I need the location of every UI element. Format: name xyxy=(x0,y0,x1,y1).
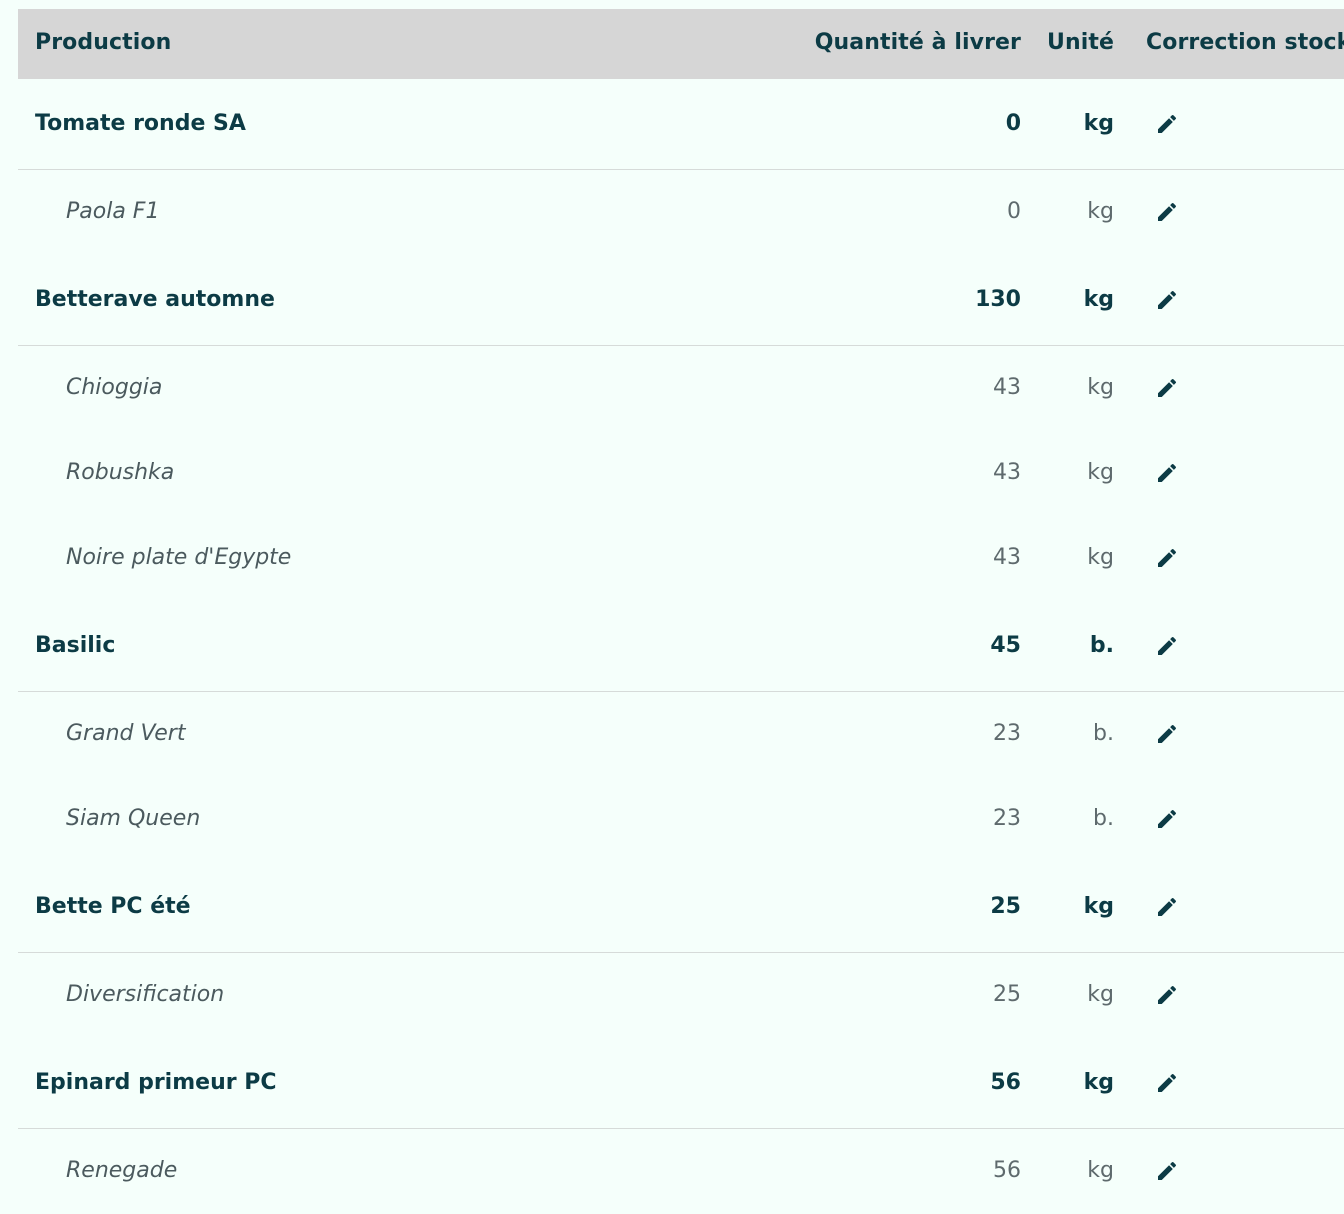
table-row-group: Epinard primeur PC 56 kg xyxy=(18,1038,1344,1129)
variety-name: Robushka xyxy=(66,460,175,485)
pencil-icon[interactable] xyxy=(1155,807,1179,831)
quantity-value: 0 xyxy=(1007,199,1021,224)
production-name: Betterave automne xyxy=(35,287,275,312)
unit-value: kg xyxy=(1087,460,1114,485)
variety-name: Noire plate d'Egypte xyxy=(66,545,292,570)
pencil-icon[interactable] xyxy=(1155,722,1179,746)
unit-value: b. xyxy=(1093,806,1114,831)
pencil-icon[interactable] xyxy=(1155,546,1179,570)
unit-value: kg xyxy=(1087,375,1114,400)
unit-value: kg xyxy=(1083,111,1114,136)
table-row-variety: Noire plate d'Egypte 43 kg xyxy=(18,516,1344,601)
unit-value: kg xyxy=(1087,1158,1114,1183)
pencil-icon[interactable] xyxy=(1155,376,1179,400)
pencil-icon[interactable] xyxy=(1155,288,1179,312)
pencil-icon[interactable] xyxy=(1155,634,1179,658)
unit-value: kg xyxy=(1083,287,1114,312)
unit-value: kg xyxy=(1083,894,1114,919)
column-header-correction[interactable]: Correction stock xyxy=(1146,9,1344,77)
production-name: Bette PC été xyxy=(35,894,191,919)
production-table: Production Quantité à livrer Unité Corre… xyxy=(18,9,1344,1214)
table-header: Production Quantité à livrer Unité Corre… xyxy=(18,9,1344,79)
table-row-variety: Renegade 56 kg xyxy=(18,1129,1344,1214)
quantity-value: 23 xyxy=(993,721,1021,746)
production-name: Epinard primeur PC xyxy=(35,1070,277,1095)
table-row-group: Bette PC été 25 kg xyxy=(18,862,1344,953)
quantity-value: 56 xyxy=(990,1070,1021,1095)
quantity-value: 43 xyxy=(993,545,1021,570)
column-header-production[interactable]: Production xyxy=(35,9,171,77)
unit-value: kg xyxy=(1087,199,1114,224)
production-name: Basilic xyxy=(35,633,116,658)
quantity-value: 130 xyxy=(975,287,1021,312)
table-body: Tomate ronde SA 0 kg Paola F1 0 kg Betterave a… xyxy=(18,79,1344,1214)
table-row-group: Betterave automne 130 kg xyxy=(18,255,1344,346)
column-header-quantity[interactable]: Quantité à livrer xyxy=(815,9,1021,77)
unit-value: kg xyxy=(1087,982,1114,1007)
table-row-variety: Paola F1 0 kg xyxy=(18,170,1344,255)
unit-value: b. xyxy=(1093,721,1114,746)
table-row-group: Basilic 45 b. xyxy=(18,601,1344,692)
quantity-value: 0 xyxy=(1005,111,1021,136)
quantity-value: 56 xyxy=(993,1158,1021,1183)
production-name: Tomate ronde SA xyxy=(35,111,246,136)
variety-name: Grand Vert xyxy=(66,721,186,746)
quantity-value: 25 xyxy=(993,982,1021,1007)
quantity-value: 45 xyxy=(990,633,1021,658)
quantity-value: 43 xyxy=(993,460,1021,485)
quantity-value: 25 xyxy=(990,894,1021,919)
table-row-variety: Siam Queen 23 b. xyxy=(18,777,1344,862)
table-row-group: Tomate ronde SA 0 kg xyxy=(18,79,1344,170)
pencil-icon[interactable] xyxy=(1155,200,1179,224)
quantity-value: 43 xyxy=(993,375,1021,400)
variety-name: Paola F1 xyxy=(66,199,160,224)
column-header-unit[interactable]: Unité xyxy=(1047,9,1114,77)
pencil-icon[interactable] xyxy=(1155,461,1179,485)
pencil-icon[interactable] xyxy=(1155,983,1179,1007)
variety-name: Diversification xyxy=(66,982,225,1007)
unit-value: b. xyxy=(1089,633,1114,658)
variety-name: Siam Queen xyxy=(66,806,201,831)
unit-value: kg xyxy=(1087,545,1114,570)
variety-name: Renegade xyxy=(66,1158,178,1183)
table-row-variety: Chioggia 43 kg xyxy=(18,346,1344,431)
pencil-icon[interactable] xyxy=(1155,1071,1179,1095)
table-row-variety: Grand Vert 23 b. xyxy=(18,692,1344,777)
pencil-icon[interactable] xyxy=(1155,1159,1179,1183)
variety-name: Chioggia xyxy=(66,375,163,400)
pencil-icon[interactable] xyxy=(1155,895,1179,919)
table-row-variety: Diversification 25 kg xyxy=(18,953,1344,1038)
unit-value: kg xyxy=(1083,1070,1114,1095)
quantity-value: 23 xyxy=(993,806,1021,831)
table-row-variety: Robushka 43 kg xyxy=(18,431,1344,516)
pencil-icon[interactable] xyxy=(1155,112,1179,136)
